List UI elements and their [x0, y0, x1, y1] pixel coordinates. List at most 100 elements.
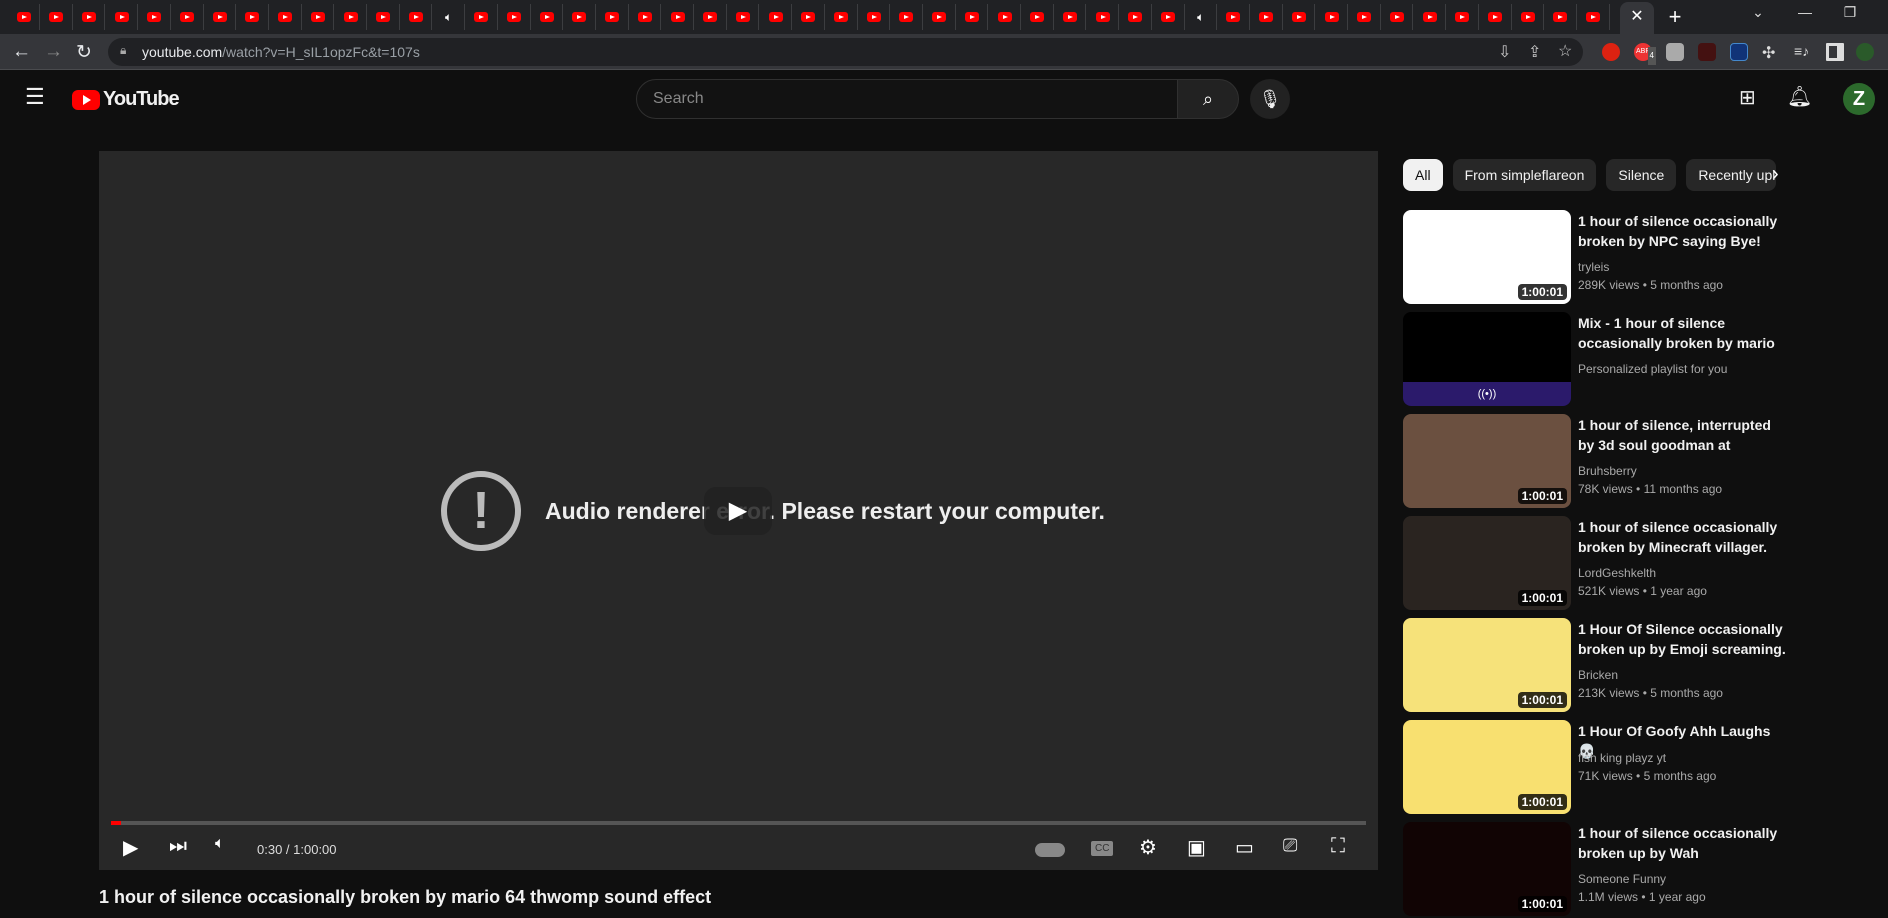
video-title-link[interactable]: 1 hour of silence, interrupted by 3d sou… [1578, 415, 1788, 455]
reload-icon[interactable]: ↻ [76, 41, 92, 64]
browser-tab[interactable] [564, 4, 596, 30]
browser-tab[interactable] [1381, 4, 1414, 30]
settings-gear-icon[interactable]: ⚙ [1139, 835, 1157, 860]
browser-tab[interactable] [1120, 4, 1152, 30]
youtube-logo[interactable]: YouTube [72, 88, 180, 111]
browser-tab[interactable]: 🔈︎ [433, 4, 466, 30]
profile-avatar[interactable] [1856, 43, 1874, 61]
video-thumbnail[interactable]: 1:00:01 [1403, 414, 1571, 508]
next-button[interactable]: ⏭︎ [169, 835, 187, 858]
channel-name[interactable]: Bricken [1578, 668, 1618, 682]
video-player[interactable]: ! Audio renderer error. Please restart y… [99, 151, 1378, 870]
install-icon[interactable]: ⇩ [1498, 42, 1511, 62]
browser-tab[interactable] [8, 4, 40, 30]
browser-tab[interactable] [695, 4, 727, 30]
browser-tab[interactable] [1054, 4, 1087, 30]
screen-capture-icon[interactable] [1730, 43, 1748, 61]
browser-tab[interactable] [41, 4, 73, 30]
voice-search-button[interactable]: 🎙︎ [1250, 79, 1290, 119]
extension-k-icon[interactable] [1666, 43, 1684, 61]
new-tab-button[interactable]: + [1660, 2, 1690, 32]
browser-tab[interactable] [106, 4, 139, 30]
channel-name[interactable]: LordGeshkelth [1578, 566, 1656, 580]
browser-tab[interactable] [662, 4, 694, 30]
browser-tab[interactable] [629, 4, 662, 30]
browser-tab[interactable] [270, 4, 302, 30]
audio-extension-icon[interactable] [1698, 43, 1716, 61]
browser-tab[interactable] [531, 4, 564, 30]
menu-icon[interactable]: ☰ [25, 84, 45, 110]
video-thumbnail[interactable]: 1:00:01 [1403, 516, 1571, 610]
theater-mode-icon[interactable]: ▭ [1235, 835, 1254, 860]
video-title-link[interactable]: 1 hour of silence occasionally broken by… [1578, 517, 1788, 557]
omnibox[interactable]: 🔒︎ youtube.com/watch?v=H_sIL1opzFc&t=107… [108, 38, 1583, 66]
channel-name[interactable]: Someone Funny [1578, 872, 1666, 886]
side-panel-icon[interactable] [1826, 43, 1844, 61]
browser-tab[interactable] [1545, 4, 1577, 30]
autoplay-toggle[interactable] [1035, 843, 1065, 857]
recommended-video[interactable]: 1:00:01 1 hour of silence occasionally br… [1403, 822, 1873, 918]
browser-tab[interactable] [1512, 4, 1545, 30]
browser-tab[interactable] [1283, 4, 1316, 30]
chevron-right-icon[interactable]: › [1772, 163, 1779, 186]
video-thumbnail[interactable]: 1:00:01 [1403, 210, 1571, 304]
recommended-video[interactable]: 1:00:01 1 hour of silence, interrupted by… [1403, 414, 1873, 510]
browser-tab[interactable] [204, 4, 237, 30]
browser-tab[interactable] [499, 4, 531, 30]
bookmark-star-icon[interactable]: ☆ [1558, 41, 1572, 61]
captions-button[interactable]: CC [1091, 841, 1114, 856]
browser-tab[interactable] [727, 4, 760, 30]
video-title-link[interactable]: 1 hour of silence occasionally broken up… [1578, 823, 1788, 863]
recommended-video[interactable]: 1:00:01 1 hour of silence occasionally br… [1403, 210, 1873, 306]
browser-tab[interactable] [1480, 4, 1512, 30]
browser-tab[interactable] [237, 4, 269, 30]
media-control-icon[interactable]: ≡♪ [1794, 43, 1812, 61]
channel-name[interactable]: Personalized playlist for you [1578, 362, 1727, 376]
create-video-icon[interactable]: ⊞ [1739, 85, 1756, 110]
channel-name[interactable]: Bruhsberry [1578, 464, 1637, 478]
browser-tab[interactable] [1218, 4, 1250, 30]
browser-tab[interactable] [1022, 4, 1054, 30]
tab-search-icon[interactable]: ⌄ [1738, 4, 1778, 21]
browser-tab[interactable] [1153, 4, 1185, 30]
share-icon[interactable]: ⇪ [1528, 42, 1541, 62]
browser-tab[interactable] [858, 4, 891, 30]
browser-tab[interactable] [597, 4, 629, 30]
extensions-puzzle-icon[interactable]: ✣ [1762, 43, 1780, 62]
search-button[interactable]: ⌕ [1177, 79, 1239, 119]
browser-tab[interactable] [956, 4, 989, 30]
browser-tab[interactable] [760, 4, 793, 30]
account-avatar[interactable]: Z [1843, 83, 1875, 115]
browser-tab[interactable] [139, 4, 171, 30]
search-input[interactable]: Search [636, 79, 1178, 119]
browser-tab[interactable] [826, 4, 858, 30]
recommended-video[interactable]: ((•)) Mix - 1 hour of silence occasionall… [1403, 312, 1873, 408]
volume-icon[interactable]: 🔈︎ [215, 835, 225, 853]
chip-recently-uploaded[interactable]: Recently uploaded [1686, 159, 1777, 191]
video-title-link[interactable]: 1 Hour Of Silence occasionally broken up… [1578, 619, 1788, 659]
channel-name[interactable]: tryleis [1578, 260, 1609, 274]
browser-tab[interactable] [1251, 4, 1283, 30]
minimize-button[interactable]: — [1785, 4, 1825, 20]
extension-red-icon[interactable] [1602, 43, 1620, 61]
recommended-video[interactable]: 1:00:01 1 hour of silence occasionally br… [1403, 516, 1873, 612]
browser-tab[interactable] [368, 4, 400, 30]
browser-tab[interactable] [1349, 4, 1381, 30]
browser-tab[interactable] [335, 4, 367, 30]
restore-button[interactable]: ❐ [1830, 4, 1870, 21]
video-thumbnail[interactable]: 1:00:01 [1403, 720, 1571, 814]
active-tab-close-button[interactable]: ✕ [1620, 2, 1654, 34]
browser-tab[interactable] [1316, 4, 1348, 30]
video-title-link[interactable]: Mix - 1 hour of silence occasionally bro… [1578, 313, 1788, 353]
forward-icon[interactable]: → [44, 41, 63, 63]
notifications-bell-icon[interactable]: 🔔︎ [1787, 84, 1812, 109]
browser-tab[interactable] [1414, 4, 1447, 30]
browser-tab[interactable] [924, 4, 956, 30]
video-thumbnail[interactable]: ((•)) [1403, 312, 1571, 406]
channel-name[interactable]: fish king playz yt [1578, 751, 1666, 765]
cast-icon[interactable]: ⎚ [1283, 835, 1297, 856]
url-text[interactable]: youtube.com/watch?v=H_sIL1opzFc&t=107s [142, 44, 420, 60]
large-play-button[interactable]: ▶ [704, 487, 772, 535]
video-thumbnail[interactable]: 1:00:01 [1403, 822, 1571, 916]
browser-tab[interactable] [989, 4, 1021, 30]
